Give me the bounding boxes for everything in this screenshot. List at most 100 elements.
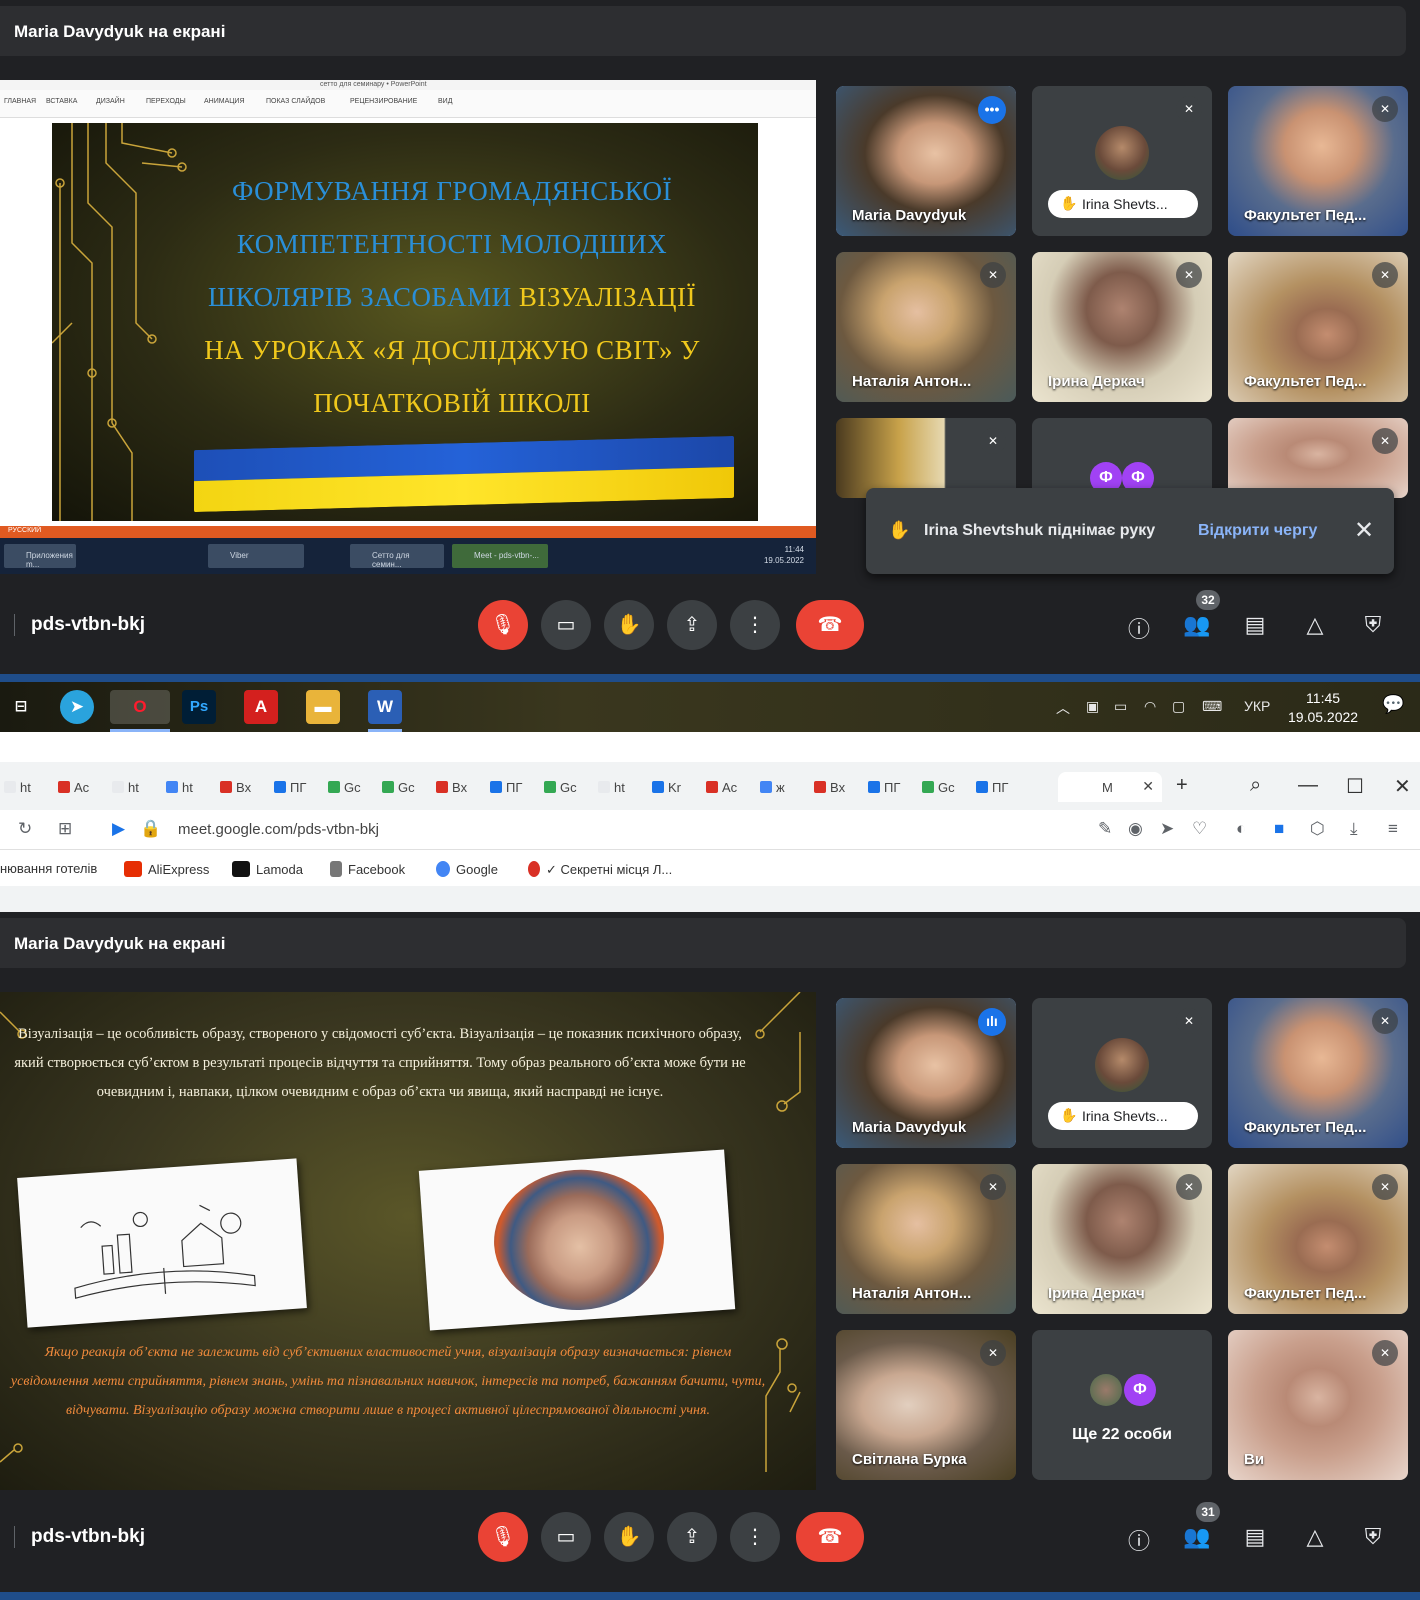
minimize-icon[interactable]: — <box>1298 774 1318 797</box>
participant-tile[interactable]: ılı Maria Davydyuk <box>836 998 1016 1148</box>
cube-icon[interactable]: ⬡ <box>1310 819 1325 839</box>
participant-tile[interactable]: ✕ Факультет Пед... <box>1228 252 1408 402</box>
participant-tile[interactable]: ✕ Світлана Бурка <box>836 1330 1016 1480</box>
browser-tab[interactable]: ht <box>166 772 193 802</box>
browser-tab[interactable]: Gc <box>328 772 361 802</box>
self-tile[interactable]: ✕ Ви <box>1228 1330 1408 1480</box>
taskbar-item[interactable]: Viber <box>208 544 304 568</box>
host-controls-icon[interactable]: ⛨ <box>1358 612 1388 638</box>
close-tab-icon[interactable]: ✕ <box>1142 778 1154 795</box>
participant-tile[interactable]: ✕ <box>1228 418 1408 498</box>
end-call-icon[interactable]: ☎ <box>796 1512 864 1562</box>
camera-icon[interactable]: ▭ <box>541 600 591 650</box>
ribbon-tab[interactable]: ВИД <box>438 98 452 105</box>
raise-hand-icon[interactable]: ✋ <box>604 1512 654 1562</box>
activities-icon[interactable]: △ <box>1300 1524 1330 1550</box>
search-icon[interactable]: ⌕ <box>1250 774 1261 797</box>
chevron-up-icon[interactable]: ︿ <box>1056 698 1070 718</box>
heart-icon[interactable]: ♡ <box>1192 819 1207 839</box>
participant-tile[interactable]: ✕ Ірина Деркач <box>1032 1164 1212 1314</box>
more-icon[interactable]: ⋮ <box>730 600 780 650</box>
more-icon[interactable]: ⋮ <box>730 1512 780 1562</box>
participant-tile[interactable]: ✕ Наталія Антон... <box>836 1164 1016 1314</box>
maximize-icon[interactable]: ☐ <box>1346 774 1364 799</box>
raise-hand-icon[interactable]: ✋ <box>604 600 654 650</box>
browser-tab[interactable]: Kr <box>652 772 681 802</box>
info-icon[interactable]: ⓘ <box>1124 1524 1154 1556</box>
browser-tab[interactable]: ht <box>598 772 625 802</box>
display-icon[interactable]: ▢ <box>1172 698 1185 715</box>
extension-icon[interactable]: ◐ <box>1236 819 1246 839</box>
participant-tile[interactable]: Ф Ф <box>1032 418 1212 498</box>
notifications-icon[interactable]: 💬 <box>1382 694 1404 715</box>
ribbon-tab[interactable]: ДИЗАЙН <box>96 98 125 105</box>
bookmark-item[interactable]: Google <box>436 861 498 877</box>
people-icon[interactable]: 👥 <box>1182 612 1212 638</box>
browser-tab[interactable]: ПГ <box>976 772 1008 802</box>
people-icon[interactable]: 👥 <box>1182 1524 1212 1550</box>
file-explorer-icon[interactable]: ▬ <box>306 690 340 724</box>
bookmark-item[interactable]: Facebook <box>330 861 405 877</box>
url-text[interactable]: meet.google.com/pds-vtbn-bkj <box>178 821 379 838</box>
info-icon[interactable]: ⓘ <box>1124 612 1154 644</box>
browser-tab[interactable]: ПГ <box>490 772 522 802</box>
menu-icon[interactable]: ≡ <box>1388 819 1398 839</box>
speed-dial-icon[interactable]: ⊞ <box>58 819 72 839</box>
ribbon-tab[interactable]: АНИМАЦИЯ <box>204 98 245 105</box>
browser-tab[interactable]: ж <box>760 772 785 802</box>
ribbon-tab[interactable]: ПОКАЗ СЛАЙДОВ <box>266 98 325 105</box>
taskbar-item[interactable]: Meet - pds-vtbn-... <box>452 544 548 568</box>
photoshop-icon[interactable]: Ps <box>182 690 216 724</box>
bookmark-item[interactable]: ✓ Секретні місця Л... <box>528 861 672 878</box>
chat-icon[interactable]: ▤ <box>1240 1524 1270 1550</box>
browser-tab[interactable]: Bx <box>814 772 845 802</box>
system-clock[interactable]: 11:45 19.05.2022 <box>1288 689 1358 727</box>
taskbar-item[interactable]: Сетто для семин... <box>350 544 444 569</box>
browser-tab[interactable]: Bx <box>220 772 251 802</box>
language-indicator[interactable]: УКР <box>1244 698 1270 714</box>
browser-tab[interactable]: Gc <box>382 772 415 802</box>
chat-icon[interactable]: ▤ <box>1240 612 1270 638</box>
present-icon[interactable]: ⇪ <box>667 600 717 650</box>
snapshot-icon[interactable]: ◉ <box>1128 819 1143 839</box>
participant-tile[interactable]: ✕ ✋ Irina Shevts... <box>1032 998 1212 1148</box>
participant-tile[interactable]: ✕ Наталія Антон... <box>836 252 1016 402</box>
browser-tab[interactable]: Ac <box>58 772 89 802</box>
mic-off-icon[interactable]: 🎙 <box>478 600 528 650</box>
keyboard-icon[interactable]: ⌨ <box>1202 698 1222 715</box>
participant-tile[interactable]: ••• Maria Davydyuk <box>836 86 1016 236</box>
ribbon-tab[interactable]: РЕЦЕНЗИРОВАНИЕ <box>350 98 417 105</box>
ribbon-tab[interactable]: ВСТАВКА <box>46 98 77 105</box>
browser-tab[interactable]: ht <box>112 772 139 802</box>
browser-tab[interactable]: Bx <box>436 772 467 802</box>
browser-tab[interactable]: Gc <box>922 772 955 802</box>
browser-tab[interactable]: ПГ <box>868 772 900 802</box>
browser-tab[interactable]: Ac <box>706 772 737 802</box>
camera-icon[interactable]: ▭ <box>541 1512 591 1562</box>
bookmark-item[interactable]: Lamoda <box>232 861 303 877</box>
mic-off-icon[interactable]: 🎙 <box>478 1512 528 1562</box>
host-controls-icon[interactable]: ⛨ <box>1358 1524 1388 1550</box>
opera-icon[interactable]: O <box>110 690 170 724</box>
participant-tile[interactable]: ✕ Факультет Пед... <box>1228 86 1408 236</box>
battery-icon[interactable]: ▭ <box>1114 698 1127 715</box>
ribbon-tab[interactable]: ПЕРЕХОДЫ <box>146 98 186 105</box>
participant-tile[interactable]: ✕ Ірина Деркач <box>1032 252 1212 402</box>
edit-icon[interactable]: ✎ <box>1098 819 1112 839</box>
task-view-icon[interactable]: ⊟ <box>4 690 38 724</box>
end-call-icon[interactable]: ☎ <box>796 600 864 650</box>
browser-tab[interactable]: ht <box>4 772 31 802</box>
open-queue-link[interactable]: Відкрити чергу <box>1198 522 1317 540</box>
browser-tab[interactable]: Gc <box>544 772 577 802</box>
browser-tab-active[interactable]: M ✕ <box>1058 772 1162 802</box>
wifi-icon[interactable]: ◠ <box>1144 698 1156 715</box>
taskbar-item[interactable]: Приложения m... <box>4 544 76 569</box>
acrobat-icon[interactable]: A <box>244 690 278 724</box>
send-icon[interactable]: ➤ <box>1160 819 1174 839</box>
close-window-icon[interactable]: ✕ <box>1394 774 1411 799</box>
participant-tile[interactable]: ✕ Факультет Пед... <box>1228 998 1408 1148</box>
more-participants-tile[interactable]: Ф Ще 22 особи <box>1032 1330 1212 1480</box>
telegram-icon[interactable]: ➤ <box>60 690 94 724</box>
close-icon[interactable]: ✕ <box>1354 516 1374 545</box>
download-icon[interactable]: ⤓ <box>1350 819 1358 839</box>
